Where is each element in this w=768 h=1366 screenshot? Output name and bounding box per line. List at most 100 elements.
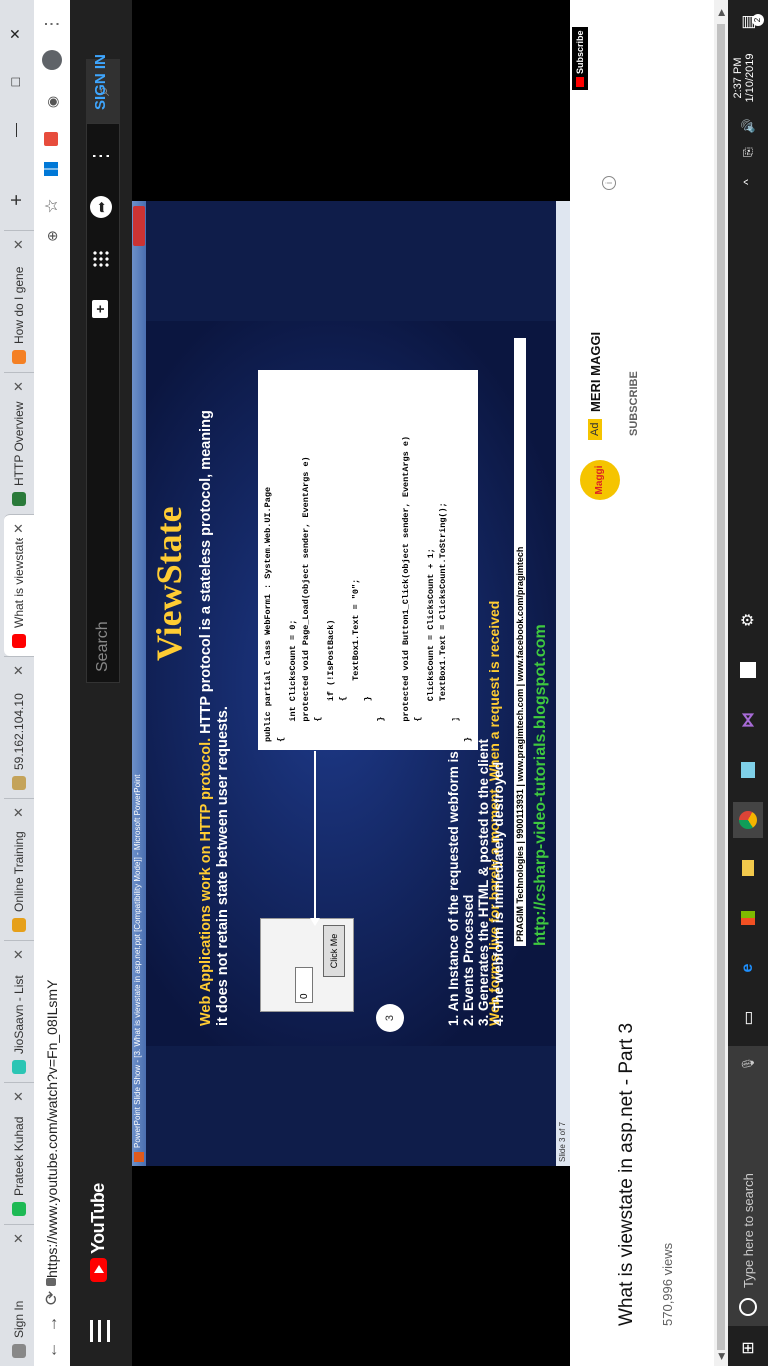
info-icon[interactable]: i xyxy=(602,176,616,190)
refresh-icon[interactable]: ⟳ xyxy=(40,1286,64,1310)
hamburger-menu-icon[interactable] xyxy=(90,1320,110,1342)
tab-favicon-icon xyxy=(12,350,26,364)
browser-tab[interactable]: 59.162.104.10 ✕ xyxy=(4,656,34,798)
demo-webform: 0 Click Me xyxy=(260,918,354,1012)
slide-status: Slide 3 of 7 xyxy=(558,1121,567,1162)
tab-favicon-icon xyxy=(12,1344,26,1358)
scrollbar-right-arrow-icon[interactable]: ▶ xyxy=(716,9,727,16)
cortana-circle-icon xyxy=(739,1298,757,1316)
tab-favicon-icon xyxy=(12,634,26,648)
extension-circle-icon[interactable]: ◉ xyxy=(40,90,64,114)
browser-tab[interactable]: Sign In ✕ xyxy=(4,1224,34,1366)
zoom-icon[interactable]: ⊕ xyxy=(40,224,64,248)
windows-taskbar: ⊞ Type here to search 🎙 ▭ e ⋈ ⚙ ^ ⎘ 🔊 2:… xyxy=(728,0,768,1366)
favorite-star-icon[interactable]: ☆ xyxy=(40,194,64,218)
back-icon[interactable]: ← xyxy=(40,1338,64,1362)
office-extension-icon[interactable] xyxy=(44,132,58,146)
tab-title: 59.162.104.10 xyxy=(12,693,26,770)
scrollbar-thumb[interactable] xyxy=(717,24,725,1350)
code-text: public partial class WebForm1 : System.W… xyxy=(263,435,473,742)
tab-close-icon[interactable]: ✕ xyxy=(11,1233,27,1244)
slide-footer: PRAGIM Technologies | 9900113931 | www.p… xyxy=(514,338,526,946)
maximize-button[interactable]: □ xyxy=(0,62,30,102)
scrollbar-left-arrow-icon[interactable]: ◀ xyxy=(716,1353,727,1360)
task-view-icon[interactable]: ▭ xyxy=(733,1000,763,1036)
visual-studio-icon[interactable]: ⋈ xyxy=(733,702,763,738)
browser-tab[interactable]: HTTP Overview ✕ xyxy=(4,372,34,514)
file-explorer-icon[interactable] xyxy=(733,850,763,886)
tab-close-icon[interactable]: ✕ xyxy=(11,381,27,392)
clock-time: 2:37 PM xyxy=(732,57,744,99)
tab-title: What is viewstate xyxy=(12,537,26,628)
tab-favicon-icon xyxy=(12,1060,26,1074)
settings-dots-icon[interactable]: ⋮ xyxy=(88,146,113,166)
clock[interactable]: 2:37 PM 1/10/2019 xyxy=(732,48,756,108)
video-player[interactable]: PowerPoint Slide Show - [3. What is view… xyxy=(132,0,570,1366)
lock-icon xyxy=(46,1278,56,1286)
video-info-area: What is viewstate in asp.net - Part 3 57… xyxy=(570,0,700,1366)
volume-icon[interactable]: 🔊 xyxy=(733,108,763,144)
powerpoint-window-buttons[interactable] xyxy=(133,206,145,246)
minimize-button[interactable]: — xyxy=(0,110,30,150)
subscribe-play-icon xyxy=(576,77,584,87)
browser-tab[interactable]: Online Training ✕ xyxy=(4,798,34,940)
browser-tab[interactable]: What is viewstate ✕ xyxy=(4,514,34,656)
ad-logo[interactable]: Maggi xyxy=(580,460,620,500)
close-window-button[interactable]: ✕ xyxy=(0,14,30,54)
address-bar-row: ← → ⟳ https://www.youtube.com/watch?v=Fn… xyxy=(34,0,71,1366)
tab-close-icon[interactable]: ✕ xyxy=(11,949,27,960)
sign-in-button[interactable]: SIGN IN xyxy=(92,54,109,110)
create-video-icon[interactable]: + xyxy=(92,300,108,318)
subscribe-watermark-text: Subscribe xyxy=(575,30,585,74)
media-icon[interactable] xyxy=(733,652,763,688)
store-icon[interactable] xyxy=(733,900,763,936)
apps-grid-icon[interactable] xyxy=(92,250,110,268)
blog-url: http://csharp-video-tutorials.blogspot.c… xyxy=(532,624,549,946)
forward-icon[interactable]: → xyxy=(40,1312,64,1336)
youtube-logo[interactable]: YouTube xyxy=(88,1183,109,1282)
browser-tab[interactable]: JioSaavn - List ✕ xyxy=(4,940,34,1082)
windows-start-icon[interactable]: ⊞ xyxy=(733,1330,763,1366)
browser-tab[interactable]: How do I gene ✕ xyxy=(4,230,34,372)
view-count: 570,996 views xyxy=(660,1242,675,1326)
tab-title: How do I gene xyxy=(12,266,26,344)
browser-tab[interactable]: Prateek Kuhad ✕ xyxy=(4,1082,34,1224)
video-title: What is viewstate in asp.net - Part 3 xyxy=(616,1022,637,1326)
microphone-icon[interactable]: 🎙 xyxy=(741,1056,755,1071)
horizontal-scrollbar[interactable]: ◀ ▶ xyxy=(714,0,728,1366)
url-field[interactable]: https://www.youtube.com/watch?v=Fn_08ILs… xyxy=(44,980,60,1278)
demo-textbox: 0 xyxy=(295,967,313,1003)
powerpoint-status-bar: Slide 3 of 7 xyxy=(556,201,570,1166)
tab-title: HTTP Overview xyxy=(12,401,26,486)
slide-title: ViewState xyxy=(149,506,189,661)
lifecycle-item: 4. The webform is immediately destroyed xyxy=(491,761,506,1026)
tab-title: Online Training xyxy=(12,831,26,912)
lifecycle-list: 1. An Instance of the requested webform … xyxy=(446,466,506,1026)
intro-rest: HTTP protocol is a stateless protocol, m… xyxy=(198,410,214,738)
tab-title: JioSaavn - List xyxy=(12,975,26,1054)
menu-dots-icon[interactable]: ⋮ xyxy=(40,12,64,36)
tab-close-icon[interactable]: ✕ xyxy=(11,807,27,818)
taskbar-search-input[interactable]: Type here to search 🎙 xyxy=(728,1046,768,1326)
settings-gear-icon[interactable]: ⚙ xyxy=(733,602,763,638)
windows-extension-icon[interactable] xyxy=(44,162,58,176)
powerpoint-window: PowerPoint Slide Show - [3. What is view… xyxy=(132,201,570,1166)
share-icon[interactable]: ➦ xyxy=(90,196,112,218)
arrow-connector xyxy=(314,751,316,921)
lifecycle-item: 1. An Instance of the requested webform … xyxy=(446,699,461,1026)
lifecycle-item: 2. Events Processed xyxy=(461,894,476,1026)
new-tab-button[interactable]: + xyxy=(6,186,30,214)
tab-close-icon[interactable]: ✕ xyxy=(11,239,27,250)
ad-title[interactable]: MERI MAGGI xyxy=(588,332,603,412)
chrome-icon[interactable] xyxy=(733,802,763,838)
edge-icon[interactable]: e xyxy=(733,950,763,986)
tab-close-icon[interactable]: ✕ xyxy=(11,665,27,676)
photos-icon[interactable] xyxy=(733,752,763,788)
profile-avatar[interactable] xyxy=(42,50,62,70)
subscribe-button-partial[interactable]: SUBSCRIBE xyxy=(628,371,640,436)
tab-close-icon[interactable]: ✕ xyxy=(11,1091,27,1102)
notification-count-badge: 2 xyxy=(752,14,764,26)
tab-close-icon[interactable]: ✕ xyxy=(11,523,27,534)
powerpoint-title-bar: PowerPoint Slide Show - [3. What is view… xyxy=(132,201,146,1166)
subscribe-watermark[interactable]: Subscribe xyxy=(572,27,588,90)
